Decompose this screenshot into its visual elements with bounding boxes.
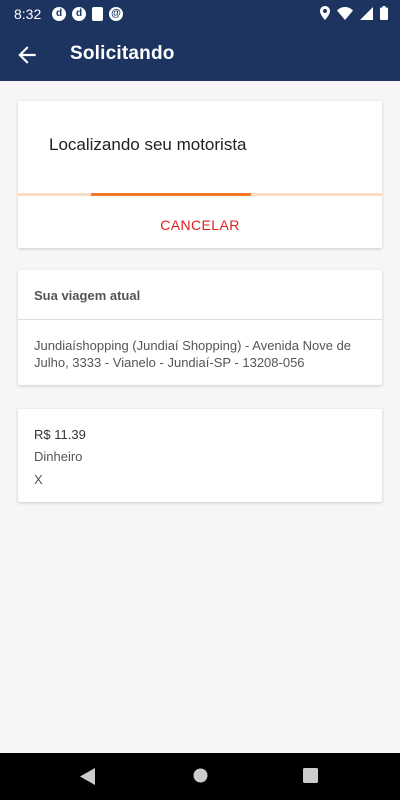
d-app-icon: d	[72, 7, 86, 21]
app-bar: Solicitando	[0, 28, 400, 81]
status-time: 8:32	[14, 6, 42, 22]
d-app-icon: d	[52, 7, 66, 21]
nav-back-button[interactable]	[80, 768, 96, 790]
nav-recents-button[interactable]	[303, 768, 318, 788]
trip-card-title: Sua viagem atual	[34, 288, 141, 303]
signal-icon	[360, 6, 373, 20]
search-progress-track	[18, 193, 382, 196]
sd-card-icon	[92, 7, 103, 21]
divider	[18, 319, 382, 320]
searching-driver-heading: Localizando seu motorista	[49, 135, 247, 154]
trip-price: R$ 11.39	[34, 427, 86, 442]
system-icons	[320, 6, 388, 20]
search-progress-indicator	[91, 193, 251, 196]
square-recents-icon	[303, 768, 318, 783]
request-status-card: Localizando seu motorista CANCELAR	[18, 101, 382, 248]
arrow-left-icon	[18, 46, 36, 64]
wifi-icon	[337, 6, 353, 20]
triangle-back-icon	[80, 768, 95, 785]
payment-card: R$ 11.39 Dinheiro X	[18, 409, 382, 502]
at-sign-icon: @	[109, 7, 123, 21]
payment-extra: X	[34, 472, 43, 487]
system-navigation-bar	[0, 753, 400, 800]
notification-icons: d d @	[52, 7, 123, 21]
battery-icon	[380, 6, 388, 20]
current-trip-card: Sua viagem atual Jundiaíshopping (Jundia…	[18, 270, 382, 385]
nav-home-button[interactable]	[193, 768, 208, 788]
location-icon	[320, 6, 330, 20]
back-button[interactable]	[14, 42, 40, 68]
trip-destination-address: Jundiaíshopping (Jundiaí Shopping) - Ave…	[34, 338, 352, 370]
circle-home-icon	[193, 768, 208, 783]
page-title: Solicitando	[70, 43, 175, 64]
payment-method: Dinheiro	[34, 449, 83, 464]
cancel-button[interactable]: CANCELAR	[18, 197, 382, 248]
status-bar: 8:32 d d @	[0, 0, 400, 28]
